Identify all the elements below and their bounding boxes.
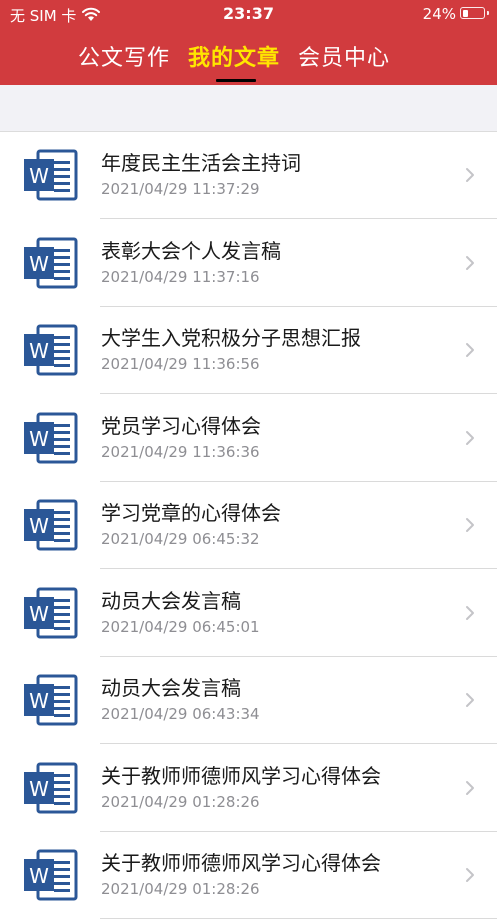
svg-text:W: W [29,164,49,188]
battery-icon [460,7,489,19]
article-row[interactable]: W 关于教师师德师风学习心得体会 2021/04/29 01:28:26 [0,745,497,832]
svg-text:W: W [29,514,49,538]
svg-text:W: W [29,602,49,626]
article-title: 动员大会发言稿 [101,588,241,613]
svg-text:W: W [29,427,49,451]
word-doc-icon: W [24,587,78,638]
article-title: 关于教师师德师风学习心得体会 [101,763,381,788]
word-doc-icon: W [24,412,78,463]
article-row[interactable]: W 大学生入党积极分子思想汇报 2021/04/29 11:36:56 [0,307,497,394]
article-row[interactable]: W 动员大会发言稿 2021/04/29 06:43:34 [0,657,497,744]
svg-text:W: W [29,339,49,363]
status-bar: 无 SIM 卡 23:37 24% [0,0,497,30]
article-title: 关于教师师德师风学习心得体会 [101,851,381,875]
article-date: 2021/04/29 06:43:34 [101,705,260,723]
chevron-right-icon [466,605,474,620]
tab-document-writing[interactable]: 公文写作 [78,40,170,72]
chevron-right-icon [466,518,474,532]
word-doc-icon: W [24,149,78,201]
article-title: 党员学习心得体会 [101,413,261,438]
word-doc-icon: W [24,324,78,376]
chevron-right-icon [466,693,474,707]
app-header: 无 SIM 卡 23:37 24% 公文写作 我的文章 会员中心 [0,0,497,85]
article-date: 2021/04/29 01:28:26 [101,792,260,811]
section-spacer [0,85,497,132]
article-title: 学习党章的心得体会 [101,501,281,525]
word-doc-icon: W [24,849,78,901]
chevron-right-icon [466,168,474,182]
article-title: 表彰大会个人发言稿 [101,238,281,263]
article-date: 2021/04/29 11:36:56 [101,355,260,373]
word-doc-icon: W [24,237,78,288]
article-row[interactable]: W 表彰大会个人发言稿 2021/04/29 11:37:16 [0,220,497,307]
chevron-right-icon [466,430,474,445]
article-row[interactable]: W 学习党章的心得体会 2021/04/29 06:45:32 [0,482,497,569]
article-row[interactable]: W 党员学习心得体会 2021/04/29 11:36:36 [0,395,497,482]
chevron-right-icon [466,255,474,270]
article-row[interactable]: W 关于教师师德师风学习心得体会 2021/04/29 01:28:26 [0,832,497,919]
svg-text:W: W [29,777,49,801]
article-title: 年度民主生活会主持词 [101,151,301,175]
word-doc-icon: W [24,762,78,813]
article-title: 动员大会发言稿 [101,676,241,700]
article-date: 2021/04/29 11:37:16 [101,267,260,286]
battery-level [462,9,468,17]
article-date: 2021/04/29 11:36:36 [101,442,260,461]
word-doc-icon: W [24,499,78,551]
article-date: 2021/04/29 11:37:29 [101,180,260,198]
article-row[interactable]: W 年度民主生活会主持词 2021/04/29 11:37:29 [0,132,497,219]
article-title: 大学生入党积极分子思想汇报 [101,326,361,350]
article-date: 2021/04/29 06:45:32 [101,530,260,548]
tab-my-articles[interactable]: 我的文章 [188,40,280,72]
svg-text:W: W [29,864,49,888]
battery-percent: 24% [422,5,456,23]
article-row[interactable]: W 动员大会发言稿 2021/04/29 06:45:01 [0,570,497,657]
article-date: 2021/04/29 06:45:01 [101,617,260,636]
tab-bar: 公文写作 我的文章 会员中心 [0,40,497,75]
chevron-right-icon [466,780,474,795]
svg-text:W: W [29,252,49,276]
active-tab-indicator [216,79,256,82]
tab-member-center[interactable]: 会员中心 [298,40,390,72]
svg-text:W: W [29,689,49,713]
word-doc-icon: W [24,674,78,726]
chevron-right-icon [466,868,474,882]
chevron-right-icon [466,343,474,357]
